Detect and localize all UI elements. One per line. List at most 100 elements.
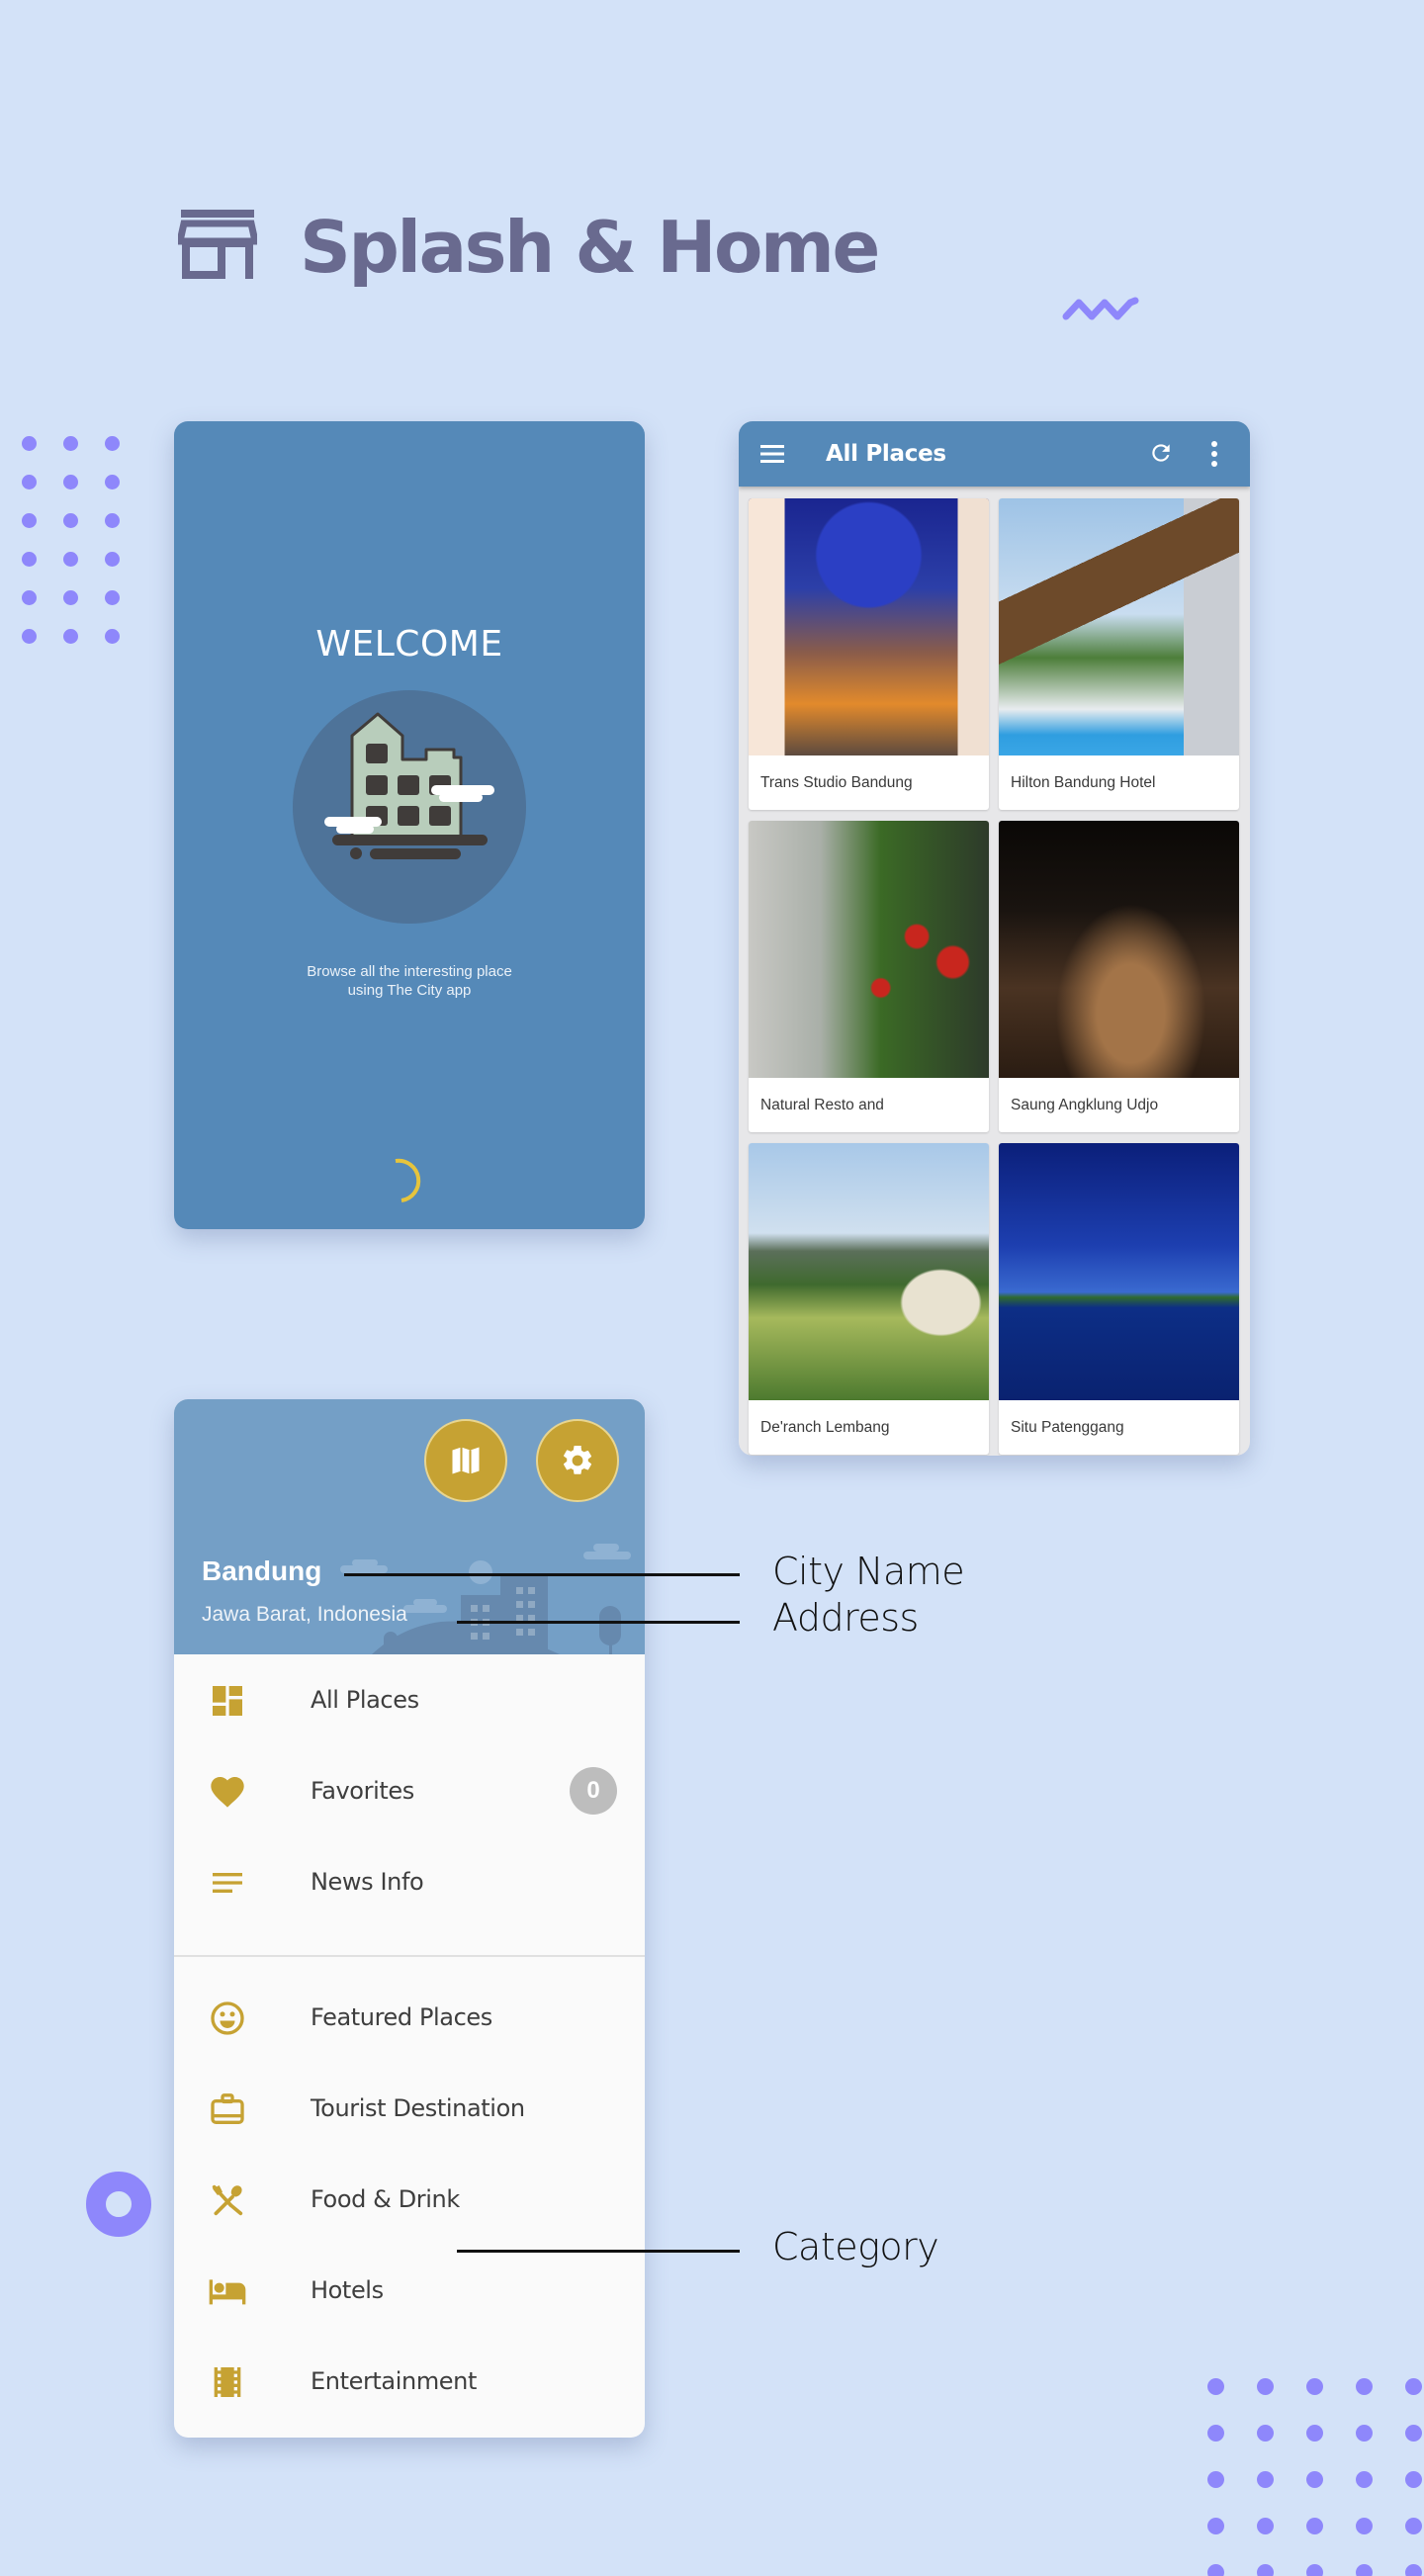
- menu-item-news-info[interactable]: News Info: [174, 1836, 645, 1927]
- decorative-dot: [1207, 2471, 1224, 2488]
- decorative-dot: [1306, 2518, 1323, 2534]
- decorative-dot: [1306, 2471, 1323, 2488]
- city-skyline-illustration: [340, 1544, 631, 1654]
- all-places-screen: All Places Trans Studio Bandung Hilton B…: [739, 421, 1250, 1456]
- splash-tagline-line-2: using The City app: [347, 982, 472, 999]
- city-name: Bandung: [202, 1555, 322, 1586]
- app-toolbar: All Places: [739, 421, 1250, 487]
- place-card[interactable]: Hilton Bandung Hotel: [999, 498, 1239, 810]
- place-name: Saung Angklung Udjo: [1011, 1097, 1159, 1113]
- menu-item-label: Favorites: [311, 1777, 414, 1805]
- decorative-dot: [1356, 2378, 1373, 2395]
- notes-icon: [213, 1873, 242, 1893]
- decorative-dot: [1405, 2564, 1422, 2576]
- splash-screen: WELCOME Browse all the interesting place…: [174, 421, 645, 1229]
- decorative-dot: [1207, 2518, 1224, 2534]
- decorative-dot: [1207, 2378, 1224, 2395]
- menu-item-label: Food & Drink: [311, 2185, 460, 2213]
- menu-item-tourist-destination[interactable]: Tourist Destination: [174, 2063, 645, 2154]
- decorative-dot: [105, 513, 120, 528]
- decorative-dot: [63, 629, 78, 644]
- place-card[interactable]: Natural Resto and: [749, 821, 989, 1132]
- map-button[interactable]: [424, 1419, 507, 1502]
- decorative-dot: [105, 475, 120, 489]
- more-vert-icon[interactable]: [1209, 440, 1219, 468]
- decorative-dot: [63, 552, 78, 567]
- decorative-dot: [1257, 2378, 1274, 2395]
- loading-spinner-icon: [395, 1158, 421, 1202]
- decorative-dot: [105, 436, 120, 451]
- menu-item-label: Hotels: [311, 2276, 384, 2304]
- decorative-squiggle-icon: [1062, 297, 1139, 320]
- place-name: Situ Patenggang: [1011, 1419, 1124, 1436]
- place-name: Trans Studio Bandung: [760, 774, 913, 791]
- decorative-dot: [1257, 2518, 1274, 2534]
- annotation-line-category: [457, 2250, 740, 2253]
- menu-item-entertainment[interactable]: Entertainment: [174, 2336, 645, 2427]
- menu-item-featured-places[interactable]: Featured Places: [174, 1972, 645, 2063]
- place-name: Natural Resto and: [760, 1097, 884, 1113]
- menu-item-label: Entertainment: [311, 2367, 477, 2395]
- fork-spoon-icon: [212, 2184, 243, 2216]
- decorative-dot: [105, 590, 120, 605]
- decorative-dot: [1405, 2518, 1422, 2534]
- decorative-dot: [1257, 2471, 1274, 2488]
- decorative-dot-grid-left: [22, 436, 120, 644]
- decorative-dot: [1207, 2564, 1224, 2576]
- page-title: Splash & Home: [300, 206, 880, 289]
- menu-item-food-drink[interactable]: Food & Drink: [174, 2154, 645, 2245]
- place-name: Hilton Bandung Hotel: [1011, 774, 1156, 791]
- splash-tagline: Browse all the interesting place using T…: [174, 962, 645, 1000]
- city-building-illustration: [293, 690, 526, 924]
- decorative-dot: [1306, 2425, 1323, 2442]
- settings-icon: [563, 1445, 592, 1474]
- decorative-dot: [22, 629, 37, 644]
- settings-button[interactable]: [536, 1419, 619, 1502]
- annotation-line-city-name: [344, 1573, 740, 1576]
- storefront-icon: [178, 210, 257, 279]
- smiley-icon: [211, 2001, 244, 2035]
- place-name: De'ranch Lembang: [760, 1419, 890, 1436]
- decorative-dot: [63, 513, 78, 528]
- drawer-menu: All Places Favorites 0 News Info Feature…: [174, 1654, 645, 2427]
- menu-item-label: Tourist Destination: [311, 2094, 525, 2122]
- decorative-dot: [1257, 2425, 1274, 2442]
- refresh-icon[interactable]: [1148, 440, 1174, 466]
- decorative-dot: [1306, 2378, 1323, 2395]
- decorative-dot: [1405, 2425, 1422, 2442]
- decorative-dot: [63, 475, 78, 489]
- ranch-wagon-photo: [749, 1143, 989, 1400]
- decorative-dot: [1356, 2564, 1373, 2576]
- drawer-header: Bandung Jawa Barat, Indonesia: [174, 1399, 645, 1654]
- menu-divider: [174, 1955, 645, 1957]
- hamburger-menu-icon[interactable]: [760, 443, 786, 465]
- menu-item-hotels[interactable]: Hotels: [174, 2245, 645, 2336]
- decorative-dot: [1306, 2564, 1323, 2576]
- splash-tagline-line-1: Browse all the interesting place: [307, 963, 512, 980]
- decorative-dot: [22, 590, 37, 605]
- decorative-dot: [1405, 2471, 1422, 2488]
- annotation-city-name: City Name: [772, 1550, 965, 1593]
- suitcase-icon: [211, 2093, 244, 2124]
- annotation-address: Address: [772, 1596, 919, 1640]
- favorites-count-badge: 0: [570, 1767, 617, 1815]
- place-card[interactable]: Situ Patenggang: [999, 1143, 1239, 1455]
- city-address: Jawa Barat, Indonesia: [202, 1603, 407, 1626]
- menu-item-label: Featured Places: [311, 2003, 492, 2031]
- decorative-dot: [1257, 2564, 1274, 2576]
- menu-item-label: News Info: [311, 1868, 424, 1896]
- place-card[interactable]: De'ranch Lembang: [749, 1143, 989, 1455]
- heart-icon: [211, 1777, 244, 1808]
- places-grid: Trans Studio Bandung Hilton Bandung Hote…: [749, 498, 1239, 1455]
- decorative-dot: [105, 629, 120, 644]
- decorative-ring: [86, 2172, 151, 2237]
- menu-item-favorites[interactable]: Favorites 0: [174, 1745, 645, 1836]
- navigation-drawer: Bandung Jawa Barat, Indonesia All Places…: [174, 1399, 645, 2438]
- decorative-dot: [22, 552, 37, 567]
- menu-item-all-places[interactable]: All Places: [174, 1654, 645, 1745]
- welcome-heading: WELCOME: [315, 624, 503, 665]
- decorative-dot: [22, 513, 37, 528]
- place-card[interactable]: Trans Studio Bandung: [749, 498, 989, 810]
- place-card[interactable]: Saung Angklung Udjo: [999, 821, 1239, 1132]
- decorative-dot: [1207, 2425, 1224, 2442]
